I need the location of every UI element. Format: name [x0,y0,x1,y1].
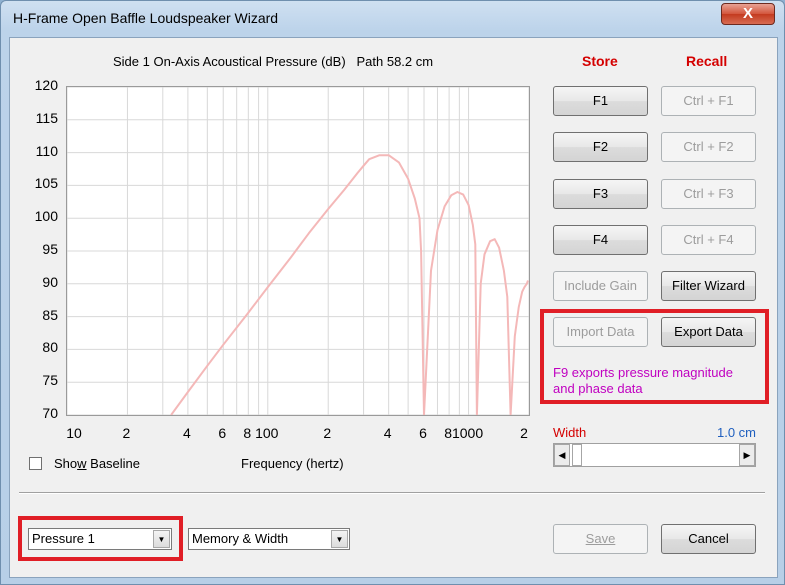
x-tick-label: 2 [520,425,528,441]
y-tick-label: 75 [42,372,58,389]
import-data-button[interactable]: Import Data [553,317,648,347]
scroll-right-arrow-icon[interactable]: ▶ [739,444,755,466]
show-baseline-label[interactable]: Show Baseline [54,456,140,471]
scroll-left-arrow-icon[interactable]: ◀ [554,444,570,466]
pressure-select[interactable]: Pressure 1 ▼ [28,528,172,550]
pressure-select-value: Pressure 1 [32,531,95,546]
close-button[interactable]: X [721,3,775,25]
store-label: Store [582,53,618,69]
baseline-label-accel: w [77,456,87,471]
pressure-plot [66,86,530,416]
x-tick-label: 10 [66,425,82,441]
include-gain-button[interactable]: Include Gain [553,271,648,301]
recall-ctrl-f4-button[interactable]: Ctrl + F4 [661,225,756,255]
y-tick-label: 90 [42,273,58,290]
store-f3-button[interactable]: F3 [553,179,648,209]
pressure-chart-svg [67,87,529,415]
x-tick-label: 1000 [451,425,484,441]
y-tick-label: 115 [35,109,58,126]
y-tick-label: 110 [35,142,58,159]
store-f2-button[interactable]: F2 [553,132,648,162]
recall-ctrl-f2-button[interactable]: Ctrl + F2 [661,132,756,162]
recall-ctrl-f1-button[interactable]: Ctrl + F1 [661,86,756,116]
scroll-thumb[interactable] [572,444,582,466]
recall-ctrl-f3-button[interactable]: Ctrl + F3 [661,179,756,209]
chevron-down-icon[interactable]: ▼ [331,530,348,548]
export-note-line2: and phase data [553,381,643,396]
x-axis-title: Frequency (hertz) [241,456,344,471]
recall-label: Recall [686,53,728,69]
cancel-button[interactable]: Cancel [661,524,756,554]
width-label: Width [553,425,587,440]
x-tick-label: 4 [182,425,191,441]
show-baseline-checkbox[interactable] [29,457,42,470]
width-value: 1.0 cm [716,425,756,440]
separator-line [19,492,765,494]
export-note-line1: F9 exports pressure magnitude [553,365,733,380]
filter-wizard-button[interactable]: Filter Wizard [661,271,756,301]
pressure-curve-series-0 [170,154,529,415]
graph-title: Side 1 On-Axis Acoustical Pressure (dB) … [113,54,434,69]
x-tick-label: 4 [383,425,392,441]
y-tick-label: 120 [34,77,58,93]
store-f4-button[interactable]: F4 [553,225,648,255]
memory-width-select[interactable]: Memory & Width ▼ [188,528,350,550]
x-tick-label: 2 [323,425,332,441]
y-tick-label: 105 [34,175,58,192]
export-data-button[interactable]: Export Data [661,317,756,347]
baseline-label-post: Baseline [86,456,141,471]
baseline-label-pre: Sho [54,456,78,471]
x-tick-label: 100 [255,425,279,441]
y-tick-label: 70 [42,405,58,421]
memory-select-value: Memory & Width [192,531,289,546]
chevron-down-icon[interactable]: ▼ [153,530,170,548]
y-tick-label: 80 [42,339,58,356]
y-tick-label: 85 [42,306,58,323]
title-bar[interactable]: H-Frame Open Baffle Loudspeaker Wizard X [1,1,784,37]
y-tick-label: 100 [34,208,58,225]
width-scrollbar[interactable]: ◀ ▶ [553,443,756,467]
store-f1-button[interactable]: F1 [553,86,648,116]
y-tick-label: 95 [42,241,58,257]
window-title: H-Frame Open Baffle Loudspeaker Wizard [13,10,279,26]
save-button[interactable]: Save [553,524,648,554]
save-button-label: Save [585,531,616,546]
x-tick-label: 2 [122,425,131,441]
